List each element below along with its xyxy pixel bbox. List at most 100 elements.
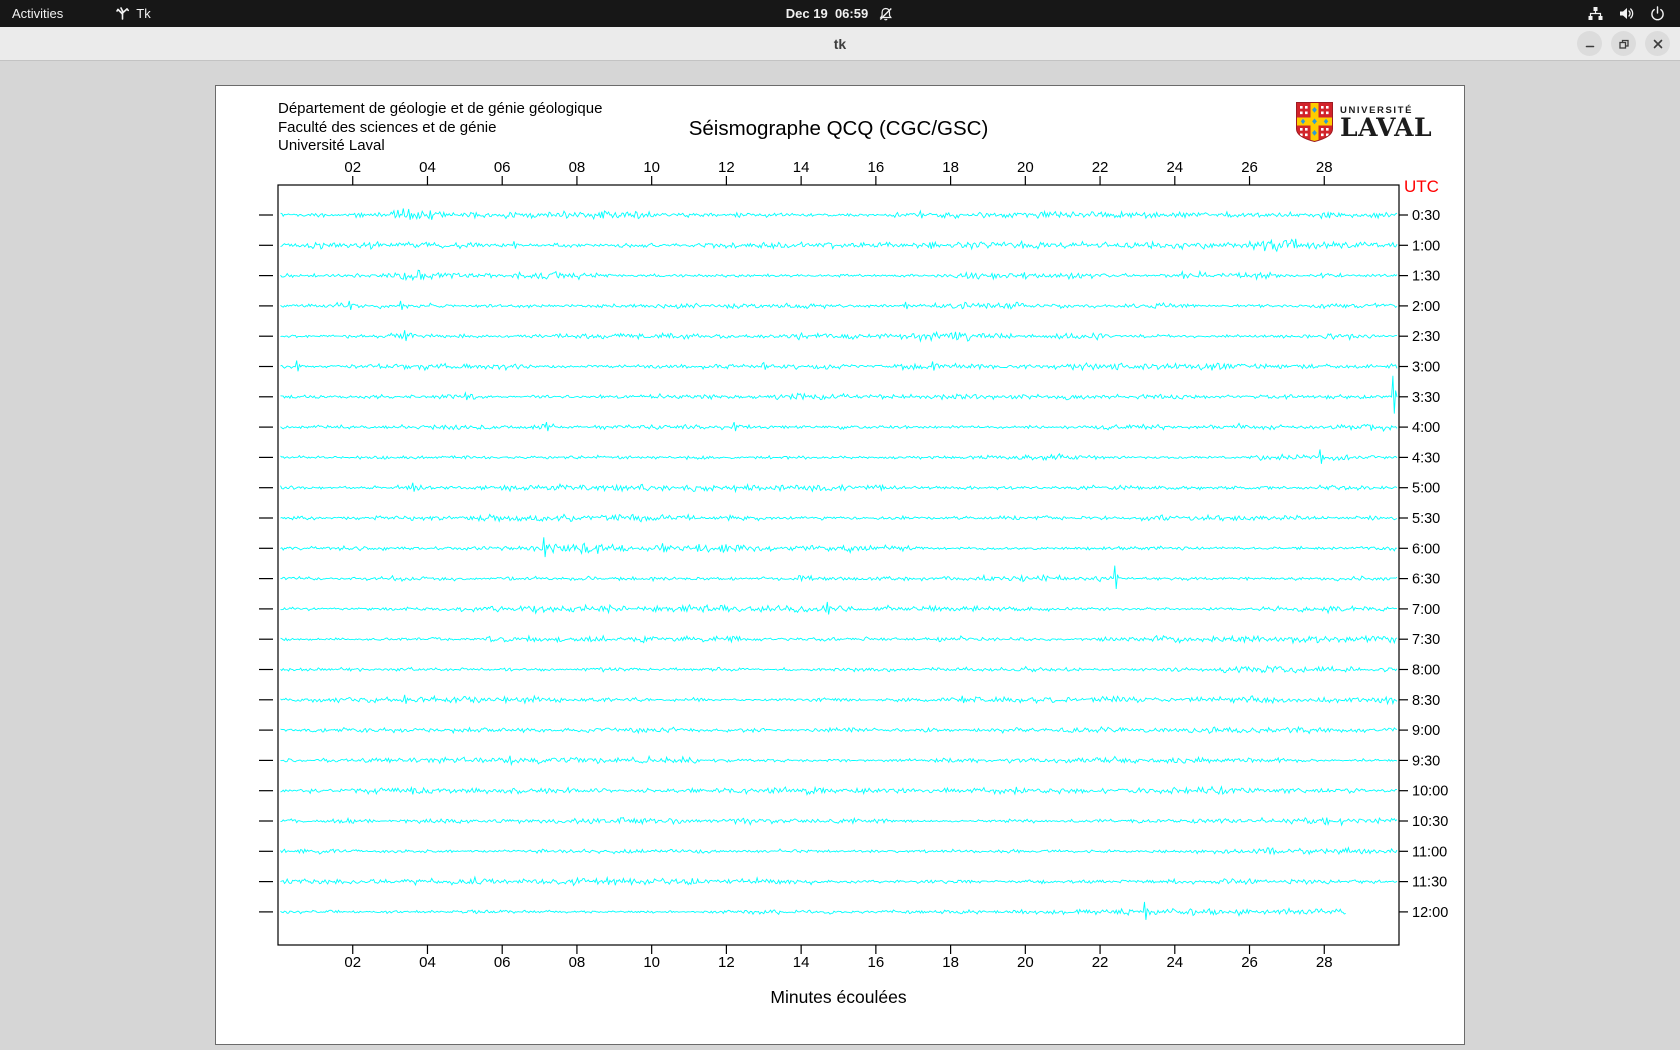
x-axis-label: Minutes écoulées (278, 987, 1399, 1008)
seismogram-trace (281, 422, 1398, 431)
x-tick-label-top: 10 (643, 159, 660, 176)
window-titlebar[interactable]: tk (0, 27, 1680, 61)
utc-time-label: 8:00 (1412, 663, 1440, 679)
seismogram-trace (281, 361, 1398, 372)
utc-time-label: 11:00 (1412, 844, 1447, 860)
seismogram-trace (281, 877, 1398, 885)
x-tick-label-bottom: 24 (1166, 954, 1183, 971)
utc-time-label: 9:00 (1412, 723, 1440, 739)
utc-time-label: 9:30 (1412, 753, 1440, 769)
close-icon (1651, 37, 1665, 51)
close-button[interactable] (1645, 31, 1670, 56)
seismogram-trace (281, 602, 1398, 615)
seismogram-plot: 0202040406060808101012121414161618182020… (216, 86, 1466, 1045)
x-tick-label-bottom: 10 (643, 954, 660, 971)
system-status-area[interactable] (1573, 0, 1680, 27)
seismogram-trace (281, 666, 1398, 673)
x-tick-label-bottom: 04 (419, 954, 436, 971)
bell-muted-icon (878, 6, 894, 22)
maximize-button[interactable] (1611, 31, 1636, 56)
seismogram-trace (281, 449, 1398, 463)
x-tick-label-top: 28 (1316, 159, 1333, 176)
x-tick-label-bottom: 22 (1092, 954, 1109, 971)
clock-label: Dec 19 06:59 (786, 6, 868, 21)
x-tick-label-bottom: 08 (569, 954, 586, 971)
x-tick-label-bottom: 20 (1017, 954, 1034, 971)
tk-icon (115, 6, 130, 21)
seismogram-trace (281, 848, 1398, 855)
maximize-icon (1617, 37, 1631, 51)
seismogram-trace (281, 483, 1398, 492)
utc-time-label: 3:30 (1412, 390, 1440, 406)
x-tick-label-top: 02 (344, 159, 361, 176)
x-tick-label-top: 18 (942, 159, 959, 176)
utc-time-label: 8:30 (1412, 693, 1440, 709)
minimize-icon (1583, 37, 1597, 51)
volume-icon (1618, 5, 1635, 22)
utc-time-label: 1:00 (1412, 238, 1440, 254)
seismogram-trace (281, 514, 1398, 522)
utc-time-label: 2:00 (1412, 299, 1440, 315)
utc-time-label: 7:30 (1412, 632, 1440, 648)
clock-menu[interactable]: Dec 19 06:59 (786, 0, 894, 27)
seismogram-trace (281, 727, 1398, 734)
x-tick-label-top: 08 (569, 159, 586, 176)
x-tick-label-top: 24 (1166, 159, 1183, 176)
utc-time-label: 2:30 (1412, 329, 1440, 345)
seismogram-trace (281, 787, 1398, 795)
x-tick-label-bottom: 14 (793, 954, 810, 971)
window-title: tk (0, 27, 1680, 61)
traces-group (281, 208, 1398, 920)
x-tick-label-top: 06 (494, 159, 511, 176)
utc-time-label: 1:30 (1412, 269, 1440, 285)
utc-time-label: 7:00 (1412, 602, 1440, 618)
utc-label: UTC (1404, 177, 1439, 197)
seismogram-trace (281, 695, 1398, 704)
utc-time-label: 4:30 (1412, 450, 1440, 466)
app-indicator-tk[interactable]: Tk (103, 0, 162, 27)
minimize-button[interactable] (1577, 31, 1602, 56)
activities-button[interactable]: Activities (0, 0, 75, 27)
seismogram-trace (281, 902, 1346, 920)
window-controls (1577, 31, 1670, 56)
seismogram-trace (281, 566, 1398, 589)
x-tick-label-bottom: 28 (1316, 954, 1333, 971)
seismogram-trace (281, 818, 1398, 826)
utc-time-label: 5:00 (1412, 481, 1440, 497)
seismogram-trace (281, 537, 1398, 557)
utc-time-label: 6:30 (1412, 572, 1440, 588)
x-tick-label-bottom: 06 (494, 954, 511, 971)
seismogram-trace (281, 239, 1398, 251)
x-tick-label-top: 14 (793, 159, 810, 176)
seismogram-trace (281, 330, 1398, 341)
x-tick-label-top: 12 (718, 159, 735, 176)
x-tick-label-bottom: 02 (344, 954, 361, 971)
utc-time-label: 12:00 (1412, 905, 1448, 921)
seismogram-trace (281, 756, 1398, 765)
x-tick-label-bottom: 16 (868, 954, 885, 971)
utc-time-label: 10:30 (1412, 814, 1448, 830)
utc-time-label: 11:30 (1412, 875, 1447, 891)
network-icon (1587, 5, 1604, 22)
utc-time-label: 0:30 (1412, 208, 1440, 224)
utc-time-label: 3:00 (1412, 360, 1440, 376)
app-indicator-label: Tk (136, 6, 150, 21)
seismograph-canvas: Département de géologie et de génie géol… (215, 85, 1465, 1045)
seismogram-trace (281, 270, 1398, 280)
utc-time-label: 4:00 (1412, 420, 1440, 436)
seismogram-trace (281, 208, 1398, 219)
seismogram-trace (281, 376, 1398, 414)
x-tick-label-top: 22 (1092, 159, 1109, 176)
window-body: Département de géologie et de génie géol… (0, 61, 1680, 1050)
seismogram-trace (281, 636, 1398, 643)
power-icon (1649, 5, 1666, 22)
x-tick-label-top: 16 (868, 159, 885, 176)
x-tick-label-bottom: 26 (1241, 954, 1258, 971)
gnome-top-bar: Activities Tk Dec 19 06:59 (0, 0, 1680, 27)
utc-time-label: 10:00 (1412, 784, 1448, 800)
utc-time-label: 5:30 (1412, 511, 1440, 527)
x-tick-label-top: 04 (419, 159, 436, 176)
x-tick-label-top: 26 (1241, 159, 1258, 176)
utc-time-label: 6:00 (1412, 541, 1440, 557)
seismogram-trace (281, 301, 1398, 310)
